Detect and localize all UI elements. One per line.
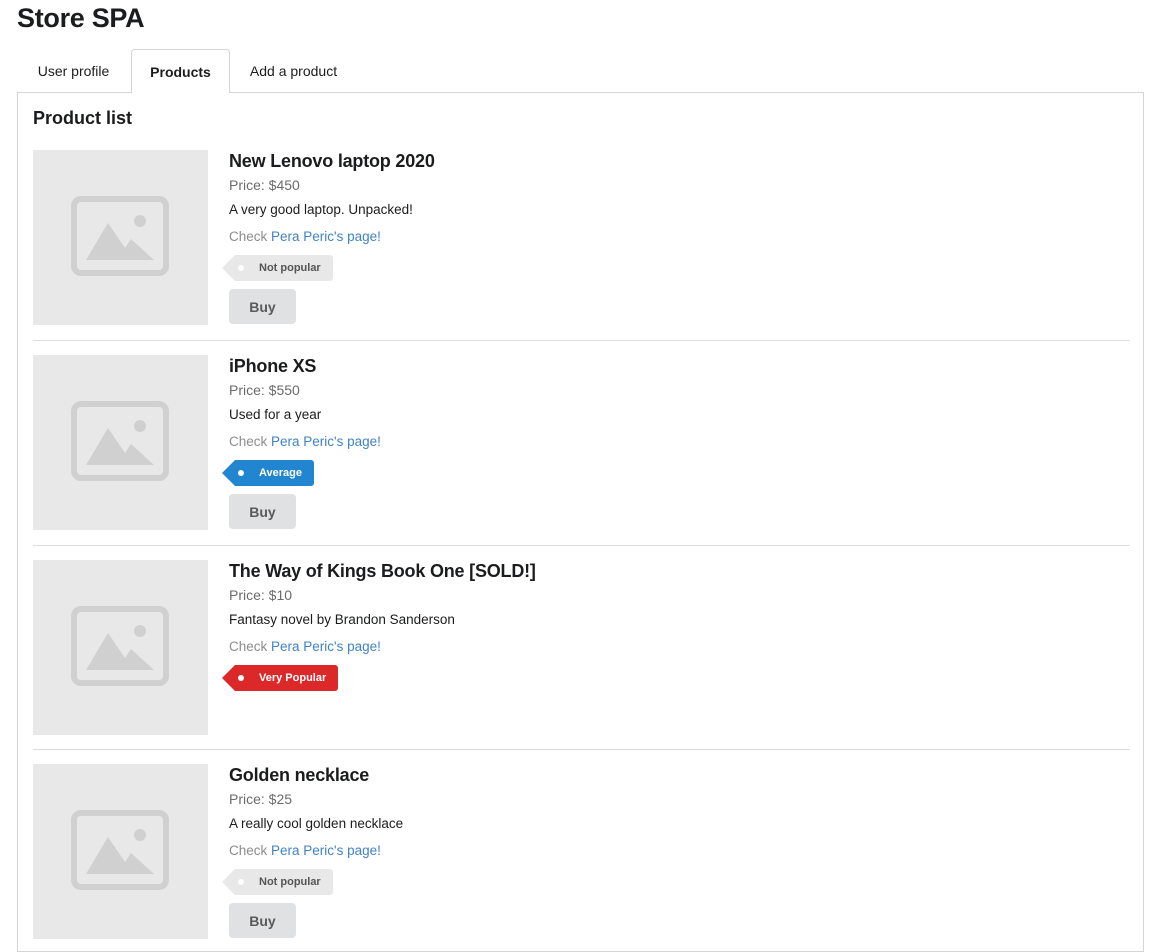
- product-description: Used for a year: [229, 407, 322, 422]
- tab-user-profile[interactable]: User profile: [17, 49, 130, 92]
- tag-dot-icon: [238, 470, 244, 476]
- owner-page-link[interactable]: Pera Peric's page!: [271, 434, 381, 449]
- owner-page-link[interactable]: Pera Peric's page!: [271, 639, 381, 654]
- image-placeholder-icon: [71, 606, 169, 686]
- popularity-tag: Not popular: [222, 869, 333, 895]
- popularity-label: Average: [259, 467, 303, 479]
- product-price: Price: $550: [229, 382, 300, 398]
- product-image: [33, 560, 208, 735]
- product-image: [33, 150, 208, 325]
- owner-prefix: Check: [229, 639, 272, 654]
- popularity-tag: Very Popular: [221, 665, 339, 691]
- product-item: Golden necklace Price: $25 A really cool…: [33, 749, 1130, 940]
- tab-products[interactable]: Products: [131, 49, 230, 93]
- product-name: The Way of Kings Book One [SOLD!]: [229, 561, 536, 581]
- owner-page-link[interactable]: Pera Peric's page!: [271, 843, 381, 858]
- owner-prefix: Check: [229, 843, 272, 858]
- product-item: iPhone XS Price: $550 Used for a year Ch…: [33, 340, 1130, 531]
- product-description: A very good laptop. Unpacked!: [229, 202, 413, 217]
- owner-line: Check Pera Peric's page!: [229, 228, 435, 246]
- product-name: Golden necklace: [229, 765, 370, 785]
- popularity-label: Not popular: [259, 262, 321, 274]
- owner-prefix: Check: [229, 434, 272, 449]
- tag-dot-icon: [238, 265, 244, 271]
- tag-dot-icon: [238, 879, 244, 885]
- tag-dot-icon: [238, 675, 244, 681]
- product-image: [33, 355, 208, 530]
- products-panel: Product list New Lenovo laptop 2020 Pric…: [17, 92, 1144, 952]
- product-description: A really cool golden necklace: [229, 816, 404, 831]
- buy-button[interactable]: Buy: [229, 903, 296, 938]
- popularity-tag: Average: [221, 460, 315, 486]
- product-price: Price: $10: [229, 587, 293, 603]
- popularity-tag: Not popular: [222, 255, 333, 281]
- product-price: Price: $25: [229, 791, 293, 807]
- popularity-label: Very Popular: [259, 672, 327, 684]
- buy-button[interactable]: Buy: [229, 289, 296, 324]
- image-placeholder-icon: [71, 810, 169, 890]
- product-image: [33, 764, 208, 939]
- tab-bar: User profile Products Add a product: [17, 49, 1144, 93]
- popularity-label: Not popular: [259, 876, 321, 888]
- tab-add-product[interactable]: Add a product: [232, 49, 355, 92]
- product-item: The Way of Kings Book One [SOLD!] Price:…: [33, 545, 1130, 736]
- product-item: New Lenovo laptop 2020 Price: $450 A ver…: [33, 150, 1130, 340]
- image-placeholder-icon: [71, 196, 169, 276]
- product-name: iPhone XS: [229, 356, 317, 376]
- owner-line: Check Pera Peric's page!: [229, 433, 381, 451]
- app-title: Store SPA: [17, 3, 145, 33]
- product-name: New Lenovo laptop 2020: [229, 151, 435, 171]
- owner-prefix: Check: [229, 229, 272, 244]
- image-placeholder-icon: [71, 401, 169, 481]
- owner-line: Check Pera Peric's page!: [229, 842, 403, 860]
- buy-button[interactable]: Buy: [229, 494, 296, 529]
- product-description: Fantasy novel by Brandon Sanderson: [229, 612, 455, 627]
- product-price: Price: $450: [229, 177, 300, 193]
- owner-page-link[interactable]: Pera Peric's page!: [271, 229, 381, 244]
- owner-line: Check Pera Peric's page!: [229, 638, 536, 656]
- product-list-title: Product list: [33, 108, 133, 128]
